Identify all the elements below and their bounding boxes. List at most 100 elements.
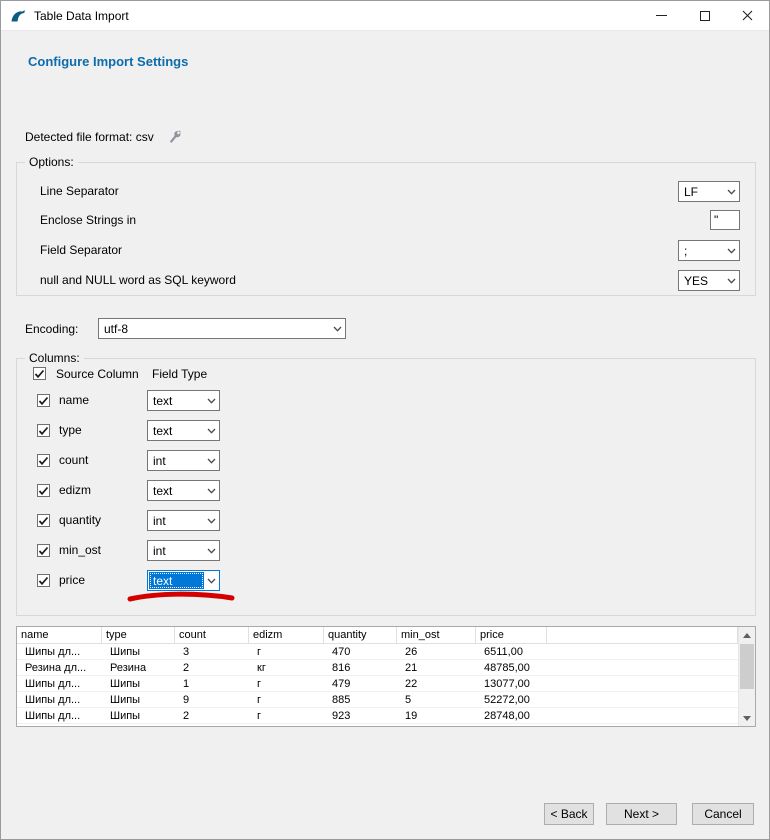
field-type-value: text <box>149 422 204 439</box>
preview-cell: 9 <box>175 692 249 707</box>
table-data-import-window: Table Data Import Configure Import Setti… <box>0 0 770 840</box>
preview-header-row: name type count edizm quantity min_ost p… <box>17 627 738 644</box>
encoding-dropdown[interactable]: utf-8 <box>98 318 346 339</box>
preview-cell: Шипы <box>102 692 175 707</box>
encoding-label: Encoding: <box>25 322 78 336</box>
preview-cell: Шипы <box>102 676 175 691</box>
null-keyword-value: YES <box>680 272 724 289</box>
field-type-dropdown-quantity[interactable]: int <box>147 510 220 531</box>
table-row[interactable]: Резина дл... Резина 2 кг 816 21 48785,00 <box>17 660 738 676</box>
option-row-field-separator: Field Separator ; <box>17 240 755 261</box>
preview-table: name type count edizm quantity min_ost p… <box>16 626 756 727</box>
scroll-up-button[interactable] <box>739 627 755 643</box>
triangle-down-icon <box>743 716 751 721</box>
field-separator-label: Field Separator <box>40 240 122 261</box>
cancel-button[interactable]: Cancel <box>692 803 754 825</box>
preview-cell: Шипы дл... <box>17 708 102 723</box>
table-row[interactable]: Шипы дл... Шипы 1 г 479 22 13077,00 <box>17 676 738 692</box>
preview-cell: 48785,00 <box>476 660 547 675</box>
maximize-icon <box>700 11 710 21</box>
column-label-edizm: edizm <box>59 480 91 501</box>
checkbox-min-ost[interactable] <box>37 544 50 557</box>
field-type-dropdown-type[interactable]: text <box>147 420 220 441</box>
preview-cell: 1 <box>175 676 249 691</box>
option-row-line-separator: Line Separator LF <box>17 181 755 202</box>
columns-group-label: Columns: <box>25 351 84 365</box>
preview-cell: Шипы дл... <box>17 644 102 659</box>
field-type-value: text <box>149 482 204 499</box>
preview-cell: 21 <box>397 660 476 675</box>
field-type-value: int <box>149 452 204 469</box>
preview-cell: г <box>249 692 324 707</box>
wrench-icon <box>167 129 183 145</box>
field-type-dropdown-edizm[interactable]: text <box>147 480 220 501</box>
enclose-strings-input[interactable] <box>710 210 740 230</box>
minimize-button[interactable] <box>640 1 683 30</box>
columns-group: Columns: Source Column Field Type name t… <box>16 358 756 616</box>
preview-col-header: count <box>175 627 249 643</box>
field-type-dropdown-name[interactable]: text <box>147 390 220 411</box>
titlebar: Table Data Import <box>1 1 769 31</box>
checkbox-type[interactable] <box>37 424 50 437</box>
preview-cell: Шипы дл... <box>17 692 102 707</box>
minimize-icon <box>656 10 667 21</box>
field-type-dropdown-price[interactable]: text <box>147 570 220 591</box>
field-type-value: text <box>149 392 204 409</box>
preview-cell: Шипы <box>102 708 175 723</box>
column-row-quantity: quantity int <box>17 510 755 531</box>
preview-cell: 479 <box>324 676 397 691</box>
detected-format-label: Detected file format: csv <box>25 130 154 144</box>
checkbox-count[interactable] <box>37 454 50 467</box>
back-button[interactable]: < Back <box>544 803 594 825</box>
preview-cell: 2 <box>175 660 249 675</box>
checkmark-icon <box>38 426 49 436</box>
scrollbar-thumb[interactable] <box>740 644 754 689</box>
column-label-min-ost: min_ost <box>59 540 101 561</box>
vertical-scrollbar[interactable] <box>738 627 755 726</box>
preview-cell: 13077,00 <box>476 676 547 691</box>
page-title: Configure Import Settings <box>28 54 188 69</box>
preview-cell: 923 <box>324 708 397 723</box>
checkbox-price[interactable] <box>37 574 50 587</box>
column-row-min-ost: min_ost int <box>17 540 755 561</box>
table-row[interactable]: Шипы дл... Шипы 9 г 885 5 52272,00 <box>17 692 738 708</box>
preview-cell: 52272,00 <box>476 692 547 707</box>
preview-cell-filler <box>547 708 738 723</box>
close-button[interactable] <box>726 1 769 30</box>
field-type-value: int <box>149 512 204 529</box>
select-all-checkbox[interactable] <box>33 367 46 380</box>
checkbox-name[interactable] <box>37 394 50 407</box>
column-label-count: count <box>59 450 88 471</box>
chevron-down-icon <box>724 241 739 260</box>
column-label-type: type <box>59 420 82 441</box>
preview-cell: Резина <box>102 660 175 675</box>
column-label-quantity: quantity <box>59 510 101 531</box>
preview-col-header: price <box>476 627 547 643</box>
checkbox-edizm[interactable] <box>37 484 50 497</box>
chevron-down-icon <box>724 271 739 290</box>
field-separator-dropdown[interactable]: ; <box>678 240 740 261</box>
field-type-dropdown-count[interactable]: int <box>147 450 220 471</box>
field-separator-value: ; <box>680 242 724 259</box>
maximize-button[interactable] <box>683 1 726 30</box>
options-group-label: Options: <box>25 155 78 169</box>
checkbox-quantity[interactable] <box>37 514 50 527</box>
chevron-down-icon <box>204 391 219 410</box>
line-separator-label: Line Separator <box>40 181 119 202</box>
line-separator-dropdown[interactable]: LF <box>678 181 740 202</box>
chevron-down-icon <box>204 451 219 470</box>
scroll-down-button[interactable] <box>739 710 755 726</box>
table-row[interactable]: Шипы дл... Шипы 2 г 923 19 28748,00 <box>17 708 738 724</box>
preview-grid: name type count edizm quantity min_ost p… <box>17 627 738 726</box>
null-keyword-dropdown[interactable]: YES <box>678 270 740 291</box>
preview-cell: г <box>249 676 324 691</box>
source-column-header: Source Column <box>56 367 139 382</box>
preview-cell: г <box>249 708 324 723</box>
preview-cell: 19 <box>397 708 476 723</box>
column-row-price: price text <box>17 570 755 591</box>
next-button[interactable]: Next > <box>606 803 677 825</box>
checkmark-icon <box>38 516 49 526</box>
table-row[interactable]: Шипы дл... Шипы 3 г 470 26 6511,00 <box>17 644 738 660</box>
preview-col-header: edizm <box>249 627 324 643</box>
field-type-dropdown-min-ost[interactable]: int <box>147 540 220 561</box>
